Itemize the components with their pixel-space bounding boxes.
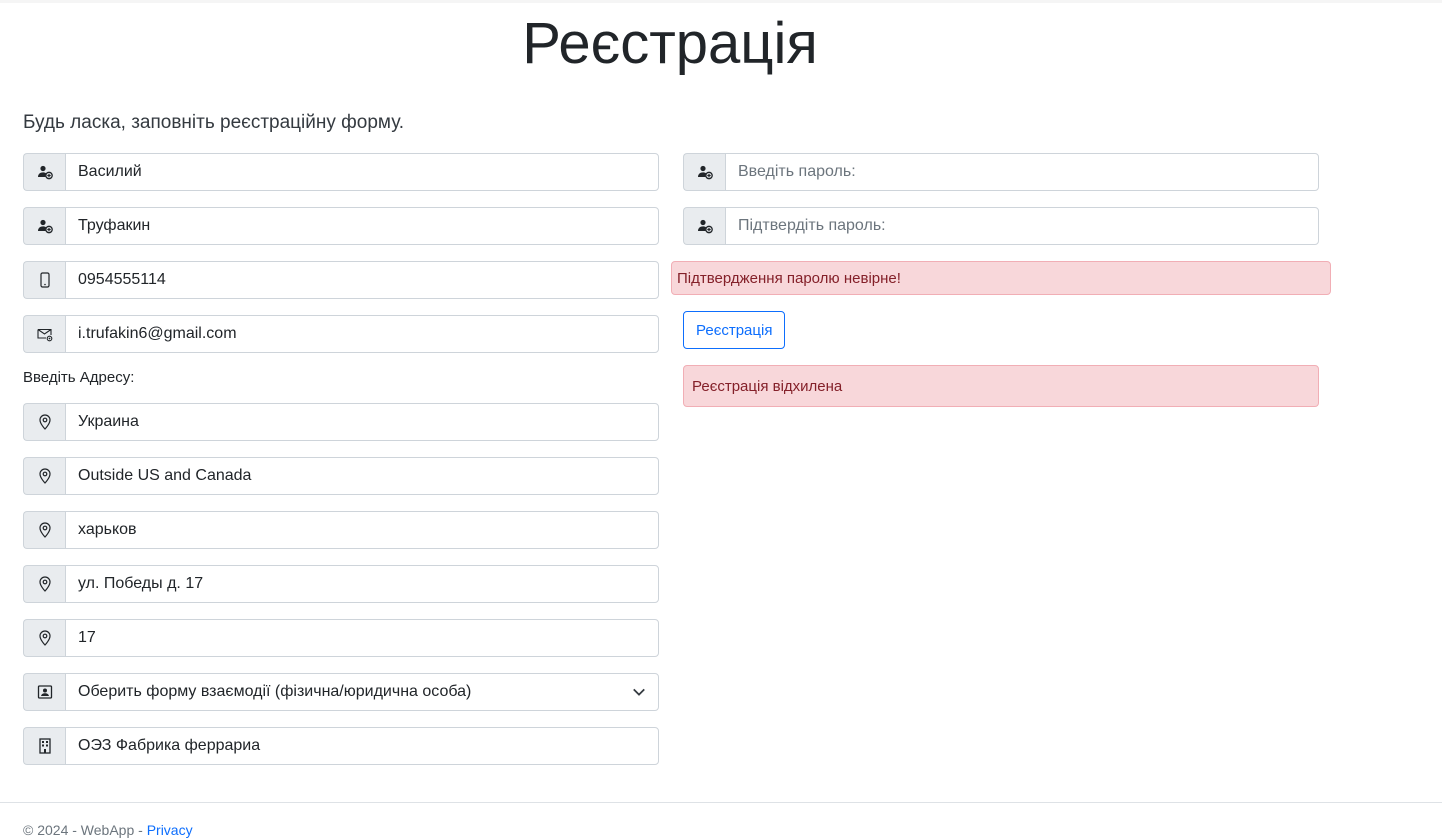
password-confirm-input[interactable]: Підтвердіть пароль: xyxy=(725,207,1319,245)
first-name-input[interactable]: Василий xyxy=(65,153,659,191)
last-name-input[interactable]: Труфакин xyxy=(65,207,659,245)
phone-input[interactable]: 0954555114 xyxy=(65,261,659,299)
first-name-group: Василий xyxy=(23,153,659,191)
envelope-at-icon xyxy=(23,315,65,353)
interaction-form-select[interactable]: Оберить форму взаємодії (фізична/юридичн… xyxy=(65,673,659,711)
top-border xyxy=(0,0,1442,3)
country-input[interactable]: Украина xyxy=(65,403,659,441)
house-input[interactable]: 17 xyxy=(65,619,659,657)
last-name-group: Труфакин xyxy=(23,207,659,245)
footer-copyright: © 2024 - WebApp - xyxy=(23,822,143,838)
registration-rejected-alert: Реєстрація відхилена xyxy=(683,365,1319,407)
register-button[interactable]: Реєстрація xyxy=(683,311,786,349)
house-group: 17 xyxy=(23,619,659,657)
interaction-form-selected: Оберить форму взаємодії (фізична/юридичн… xyxy=(78,683,472,700)
phone-group: 0954555114 xyxy=(23,261,659,299)
page-title: Реєстрація xyxy=(522,11,818,76)
person-badge-icon xyxy=(23,673,65,711)
company-group: ОЭЗ Фабрика феррариа xyxy=(23,727,659,765)
building-icon xyxy=(23,727,65,765)
geo-pin-icon xyxy=(23,565,65,603)
form-lead-text: Будь ласка, заповніть реєстраційну форму… xyxy=(23,112,405,133)
geo-pin-icon xyxy=(23,403,65,441)
region-input[interactable]: Outside US and Canada xyxy=(65,457,659,495)
street-input[interactable]: ул. Победы д. 17 xyxy=(65,565,659,603)
geo-pin-icon xyxy=(23,457,65,495)
person-plus-icon xyxy=(23,207,65,245)
email-input[interactable]: i.trufakin6@gmail.com xyxy=(65,315,659,353)
footer-privacy-link[interactable]: Privacy xyxy=(147,822,193,838)
password-input[interactable]: Введіть пароль: xyxy=(725,153,1319,191)
email-group: i.trufakin6@gmail.com xyxy=(23,315,659,353)
footer-divider xyxy=(0,802,1442,803)
person-plus-icon xyxy=(683,153,725,191)
password-confirm-group: Підтвердіть пароль: xyxy=(683,207,1319,245)
geo-pin-icon xyxy=(23,511,65,549)
password-group: Введіть пароль: xyxy=(683,153,1319,191)
geo-pin-icon xyxy=(23,619,65,657)
chevron-down-icon xyxy=(633,688,645,696)
person-plus-icon xyxy=(683,207,725,245)
region-group: Outside US and Canada xyxy=(23,457,659,495)
password-mismatch-alert: Підтвердження паролю невірне! xyxy=(671,261,1331,295)
city-group: харьков xyxy=(23,511,659,549)
city-input[interactable]: харьков xyxy=(65,511,659,549)
footer: © 2024 - WebApp - Privacy xyxy=(23,822,193,838)
phone-icon xyxy=(23,261,65,299)
interaction-form-group: Оберить форму взаємодії (фізична/юридичн… xyxy=(23,673,659,711)
country-group: Украина xyxy=(23,403,659,441)
registration-left-column: Василий Труфакин 0954555114 i.trufakin6@… xyxy=(23,153,659,781)
address-label: Введіть Адресу: xyxy=(23,369,135,386)
street-group: ул. Победы д. 17 xyxy=(23,565,659,603)
registration-right-column: Введіть пароль: Підтвердіть пароль: xyxy=(683,153,1331,261)
company-input[interactable]: ОЭЗ Фабрика феррариа xyxy=(65,727,659,765)
person-plus-icon xyxy=(23,153,65,191)
